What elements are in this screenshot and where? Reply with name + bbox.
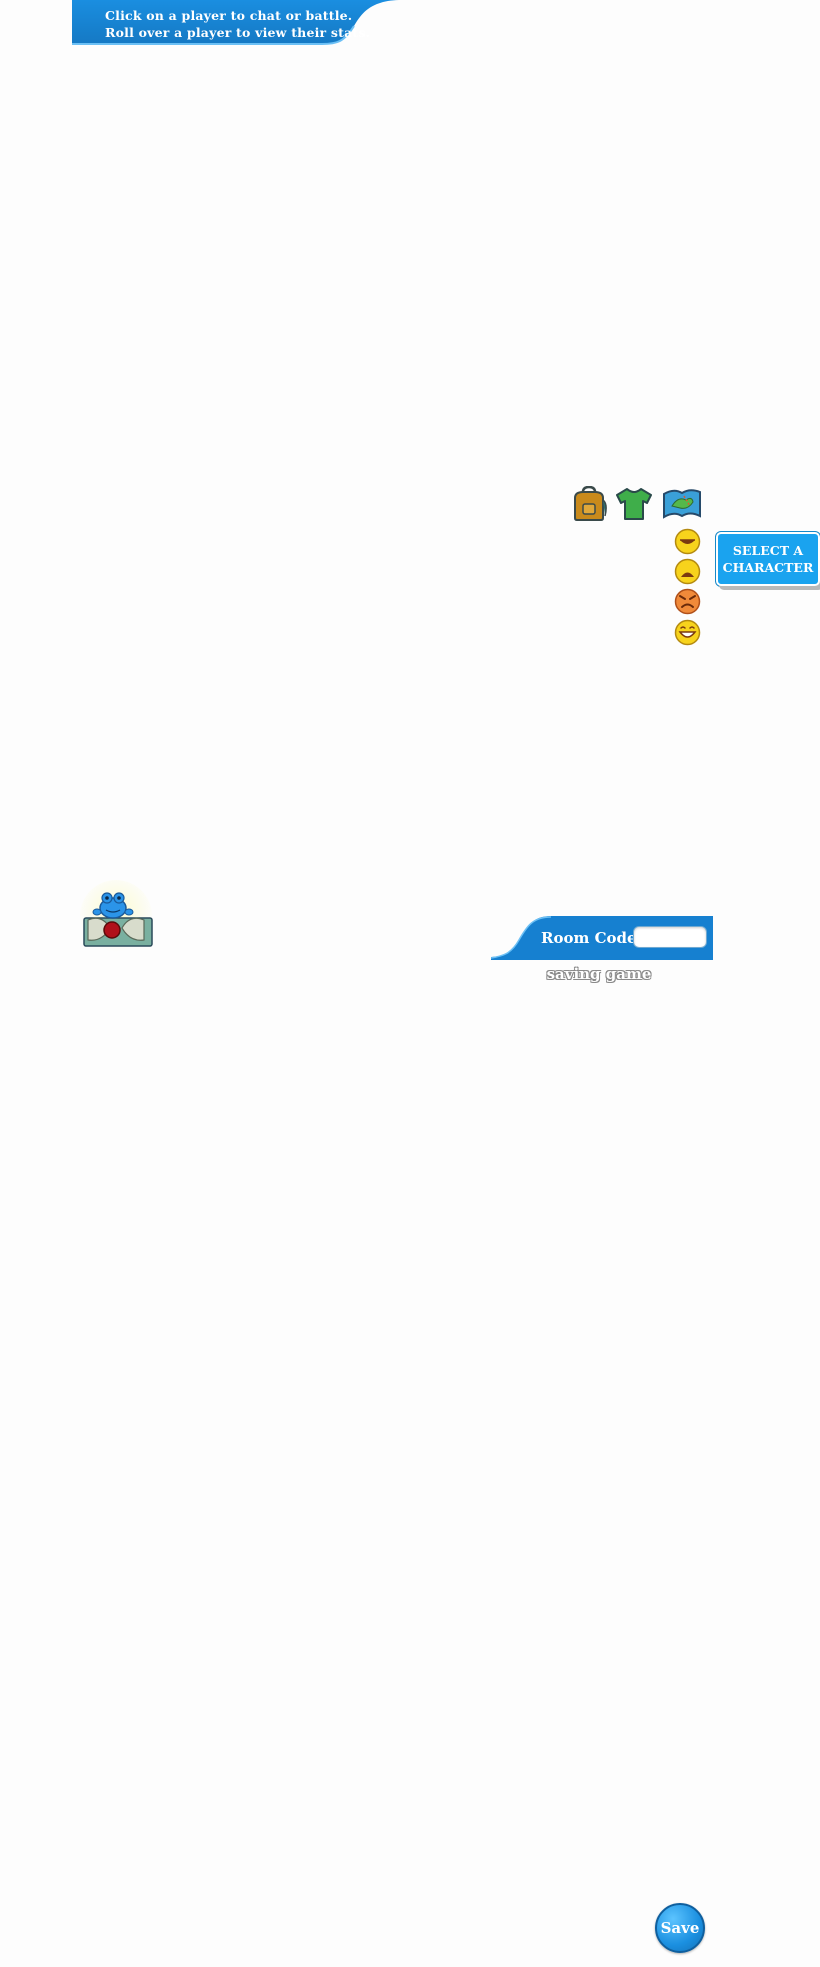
- select-character-line-1: SELECT A: [732, 543, 804, 558]
- sad-emote-icon[interactable]: [674, 558, 701, 585]
- backpack-icon[interactable]: [569, 486, 609, 522]
- angry-emote-icon[interactable]: [674, 588, 701, 615]
- save-button[interactable]: Save: [655, 1903, 705, 1953]
- room-code-bar: Room Code:: [491, 916, 713, 960]
- happy-emote-icon[interactable]: [674, 528, 701, 555]
- shirt-icon[interactable]: [614, 486, 654, 522]
- laughing-emote-icon[interactable]: [674, 619, 701, 646]
- select-character-button[interactable]: SELECT A CHARACTER: [716, 532, 820, 586]
- select-character-line-2: CHARACTER: [722, 560, 814, 575]
- map-icon[interactable]: [662, 486, 702, 522]
- frog-avatar-icon: [80, 880, 156, 956]
- room-code-label: Room Code:: [541, 929, 643, 947]
- instruction-line-chat: Click on a player to chat or battle.: [105, 8, 353, 23]
- room-code-input[interactable]: [633, 926, 707, 948]
- saving-status-text: saving game: [546, 965, 652, 983]
- instruction-line-stats: Roll over a player to view their stats.: [105, 25, 371, 40]
- instruction-banner: Click on a player to chat or battle. Rol…: [72, 0, 402, 46]
